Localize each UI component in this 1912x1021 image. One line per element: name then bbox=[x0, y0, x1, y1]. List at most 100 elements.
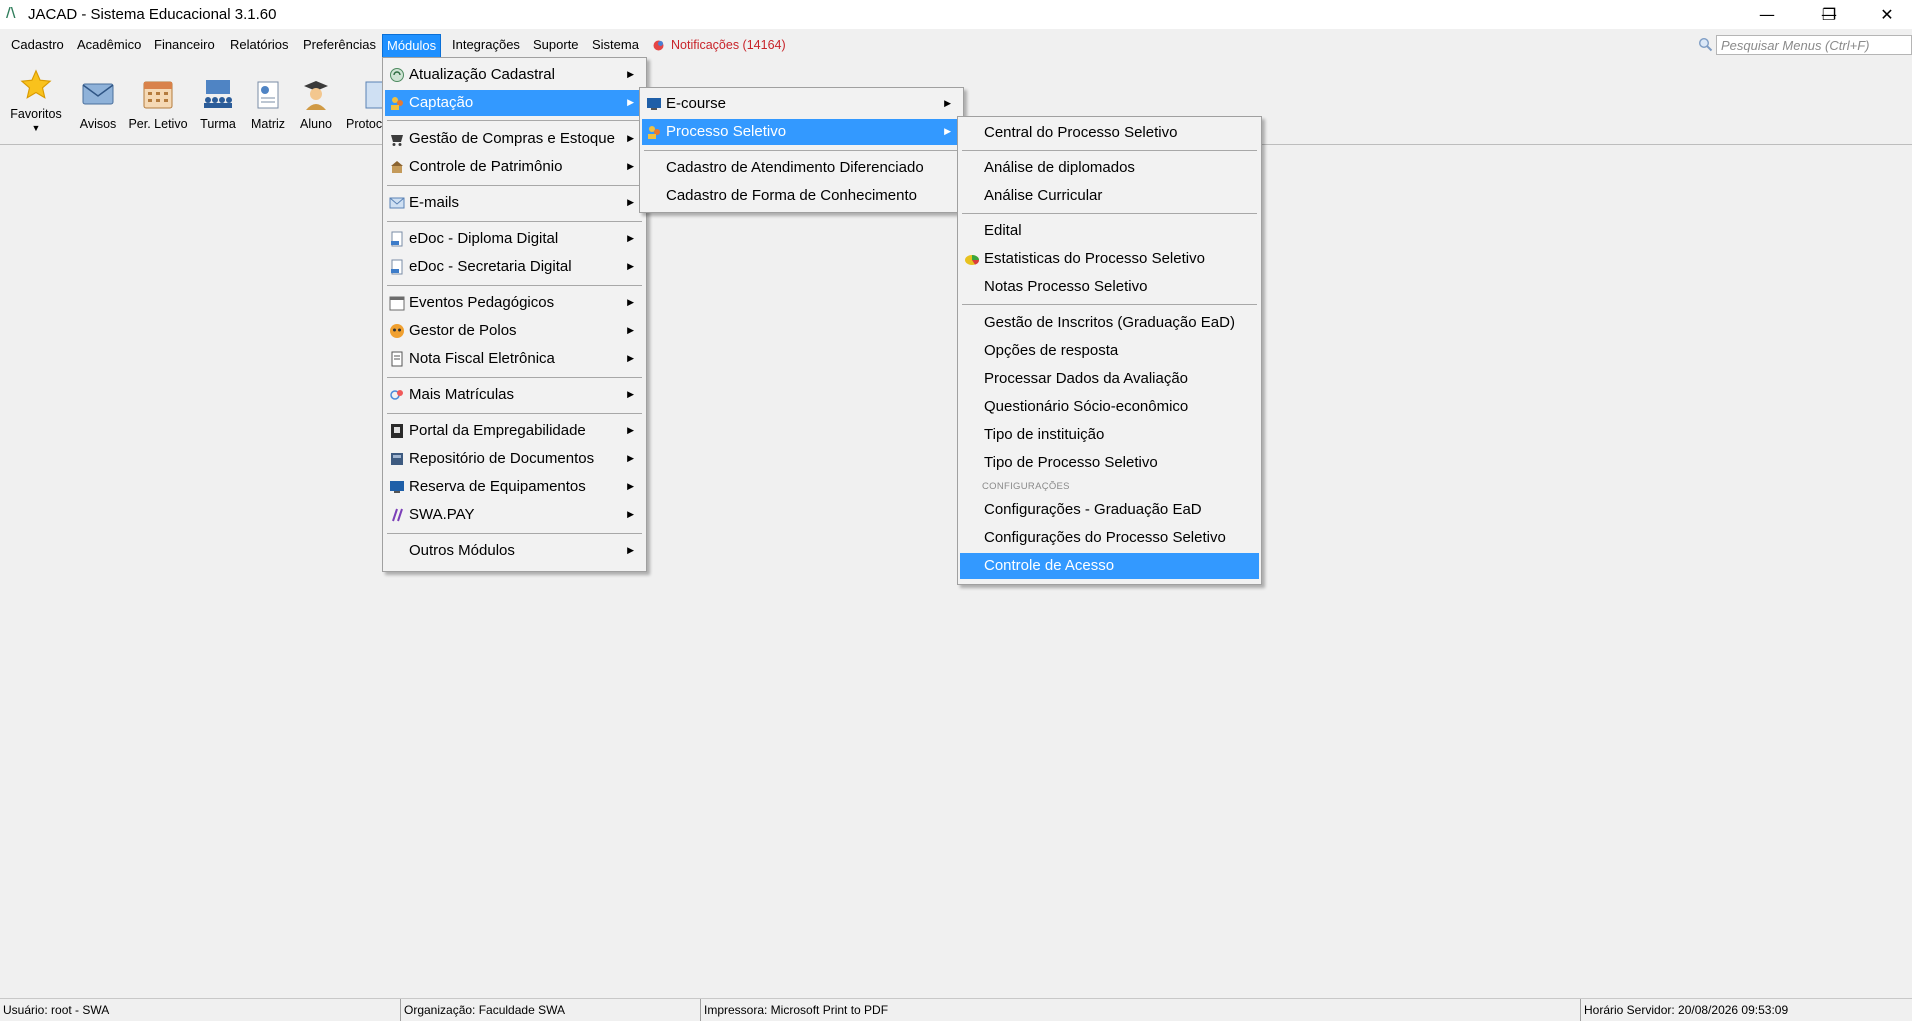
menu-item-forma-conhecimento[interactable]: Cadastro de Forma de Conhecimento bbox=[642, 183, 961, 209]
menu-item-tipo-instituicao[interactable]: Tipo de instituição bbox=[960, 422, 1259, 448]
aluno-button[interactable]: Aluno bbox=[294, 76, 338, 131]
menu-item-processo-seletivo[interactable]: Processo Seletivo ▶ bbox=[642, 119, 961, 145]
separator bbox=[387, 285, 642, 286]
status-server-time: Horário Servidor: 20/08/2026 09:53:09 bbox=[1580, 999, 1912, 1021]
menu-preferencias[interactable]: Preferências bbox=[299, 34, 380, 56]
menu-item-emails[interactable]: E-mails ▶ bbox=[385, 190, 644, 216]
menu-item-label: Tipo de Processo Seletivo bbox=[984, 454, 1158, 471]
menu-item-atendimento-diferenciado[interactable]: Cadastro de Atendimento Diferenciado bbox=[642, 155, 961, 181]
aluno-label: Aluno bbox=[300, 117, 332, 131]
calendar-icon bbox=[143, 81, 173, 109]
menu-integracoes[interactable]: Integrações bbox=[448, 34, 524, 56]
menu-item-label: Eventos Pedagógicos bbox=[409, 294, 555, 311]
menu-cadastro[interactable]: Cadastro bbox=[7, 34, 68, 56]
menu-sistema[interactable]: Sistema bbox=[588, 34, 643, 56]
menu-item-gestor-polos[interactable]: Gestor de Polos ▶ bbox=[385, 318, 644, 344]
menu-item-analise-diplomados[interactable]: Análise de diplomados bbox=[960, 155, 1259, 181]
envelope-icon bbox=[82, 83, 114, 105]
separator bbox=[387, 533, 642, 534]
separator bbox=[962, 150, 1257, 151]
menu-item-eventos-pedagogicos[interactable]: Eventos Pedagógicos ▶ bbox=[385, 290, 644, 316]
menu-item-e-course[interactable]: E-course ▶ bbox=[642, 91, 961, 117]
minimize-button-2[interactable]: — bbox=[1744, 0, 1790, 29]
repository-icon bbox=[391, 453, 403, 465]
menu-item-gestao-compras[interactable]: Gestão de Compras e Estoque ▶ bbox=[385, 126, 644, 152]
menu-item-config-processo[interactable]: Configurações do Processo Seletivo bbox=[960, 525, 1259, 551]
menu-item-gestao-inscritos[interactable]: Gestão de Inscritos (Graduação EaD) bbox=[960, 310, 1259, 336]
submenu-arrow-icon: ▶ bbox=[627, 390, 634, 400]
close-button[interactable]: ✕ bbox=[1864, 0, 1910, 29]
search-menus-input[interactable] bbox=[1716, 35, 1912, 55]
menu-suporte[interactable]: Suporte bbox=[529, 34, 583, 56]
submenu-arrow-icon: ▶ bbox=[627, 354, 634, 364]
menu-item-questionario[interactable]: Questionário Sócio-econômico bbox=[960, 394, 1259, 420]
enrollment-icon bbox=[390, 390, 403, 400]
menu-item-controle-acesso[interactable]: Controle de Acesso bbox=[960, 553, 1259, 579]
modulos-menu: Atualização Cadastral ▶ Captação ▶ Gestão … bbox=[382, 57, 647, 572]
submenu-arrow-icon: ▶ bbox=[627, 234, 634, 244]
menu-item-processar-dados[interactable]: Processar Dados da Avaliação bbox=[960, 366, 1259, 392]
notifications-link[interactable]: Notificações (14164) bbox=[671, 34, 786, 56]
menu-item-label: Edital bbox=[984, 222, 1022, 239]
periodo-letivo-button[interactable]: Per. Letivo bbox=[128, 76, 188, 131]
captacao-people-icon bbox=[391, 97, 403, 110]
favorites-button[interactable]: Favoritos ▼ bbox=[8, 68, 64, 133]
avisos-label: Avisos bbox=[79, 117, 117, 131]
menu-item-repositorio-documentos[interactable]: Repositório de Documentos ▶ bbox=[385, 446, 644, 472]
menu-item-tipo-processo[interactable]: Tipo de Processo Seletivo bbox=[960, 450, 1259, 476]
processo-seletivo-submenu: Central do Processo Seletivo Análise de … bbox=[957, 116, 1262, 585]
menu-item-opcoes-resposta[interactable]: Opções de resposta bbox=[960, 338, 1259, 364]
menu-item-portal-empregabilidade[interactable]: Portal da Empregabilidade ▶ bbox=[385, 418, 644, 444]
shopping-icon bbox=[391, 135, 403, 146]
menu-item-estatisticas[interactable]: Estatisticas do Processo Seletivo bbox=[960, 246, 1259, 272]
document-xml-icon bbox=[391, 259, 403, 275]
menu-item-config-graduacao-ead[interactable]: Configurações - Graduação EaD bbox=[960, 497, 1259, 523]
menu-item-label: Processo Seletivo bbox=[666, 123, 787, 140]
turma-button[interactable]: Turma bbox=[196, 76, 240, 131]
favorites-label: Favoritos bbox=[10, 107, 62, 121]
menu-item-captacao[interactable]: Captação ▶ bbox=[385, 90, 644, 116]
menu-item-notas-processo[interactable]: Notas Processo Seletivo bbox=[960, 274, 1259, 300]
menu-item-label: E-course bbox=[666, 95, 727, 112]
menu-item-label: Questionário Sócio-econômico bbox=[984, 398, 1189, 415]
avisos-button[interactable]: Avisos bbox=[76, 76, 120, 131]
menu-item-label: SWA.PAY bbox=[409, 506, 475, 523]
menu-item-label: Tipo de instituição bbox=[984, 426, 1105, 443]
menu-item-swa-pay[interactable]: SWA.PAY ▶ bbox=[385, 502, 644, 528]
menu-modulos[interactable]: Módulos bbox=[382, 34, 442, 58]
menu-item-reserva-equipamentos[interactable]: Reserva de Equipamentos ▶ bbox=[385, 474, 644, 500]
captacao-submenu: E-course ▶ Processo Seletivo ▶ Cadastro de… bbox=[639, 87, 964, 213]
menu-item-edoc-secretaria[interactable]: eDoc - Secretaria Digital ▶ bbox=[385, 254, 644, 280]
calendar-icon bbox=[389, 296, 405, 311]
menu-item-label: E-mails bbox=[409, 194, 460, 211]
menu-item-label: Análise de diplomados bbox=[984, 159, 1135, 176]
menu-bar: Cadastro Acadêmico Financeiro Relatórios… bbox=[0, 32, 1912, 58]
search-box bbox=[1698, 35, 1912, 57]
menu-item-label: eDoc - Diploma Digital bbox=[409, 230, 559, 247]
separator bbox=[387, 413, 642, 414]
menu-item-label: Gestor de Polos bbox=[409, 322, 517, 339]
menu-item-central-processo[interactable]: Central do Processo Seletivo bbox=[960, 120, 1259, 146]
menu-item-edital[interactable]: Edital bbox=[960, 218, 1259, 244]
matriz-button[interactable]: Matriz bbox=[246, 76, 290, 131]
matriz-label: Matriz bbox=[250, 117, 286, 131]
monitor-icon bbox=[647, 98, 661, 110]
menu-item-edoc-diploma[interactable]: eDoc - Diploma Digital ▶ bbox=[385, 226, 644, 252]
class-group-icon bbox=[204, 80, 232, 108]
menu-item-controle-patrimonio[interactable]: Controle de Patrimônio ▶ bbox=[385, 154, 644, 180]
restore-button[interactable]: ❐ bbox=[1806, 0, 1852, 29]
menu-item-label: Controle de Acesso bbox=[984, 557, 1115, 574]
menu-item-mais-matriculas[interactable]: Mais Matrículas ▶ bbox=[385, 382, 644, 408]
menu-item-analise-curricular[interactable]: Análise Curricular bbox=[960, 183, 1259, 209]
menu-item-nota-fiscal[interactable]: Nota Fiscal Eletrônica ▶ bbox=[385, 346, 644, 372]
menu-relatorios[interactable]: Relatórios bbox=[226, 34, 293, 56]
menu-item-label: Notas Processo Seletivo bbox=[984, 278, 1148, 295]
menu-financeiro[interactable]: Financeiro bbox=[150, 34, 219, 56]
menu-item-outros-modulos[interactable]: Outros Módulos ▶ bbox=[385, 538, 644, 564]
menu-academico[interactable]: Acadêmico bbox=[73, 34, 145, 56]
menu-item-atualizacao-cadastral[interactable]: Atualização Cadastral ▶ bbox=[385, 62, 644, 88]
document-xml-icon bbox=[391, 231, 403, 247]
protocolo-button[interactable]: Protoc bbox=[346, 76, 386, 131]
monitor-icon bbox=[390, 481, 404, 493]
separator bbox=[644, 150, 959, 151]
